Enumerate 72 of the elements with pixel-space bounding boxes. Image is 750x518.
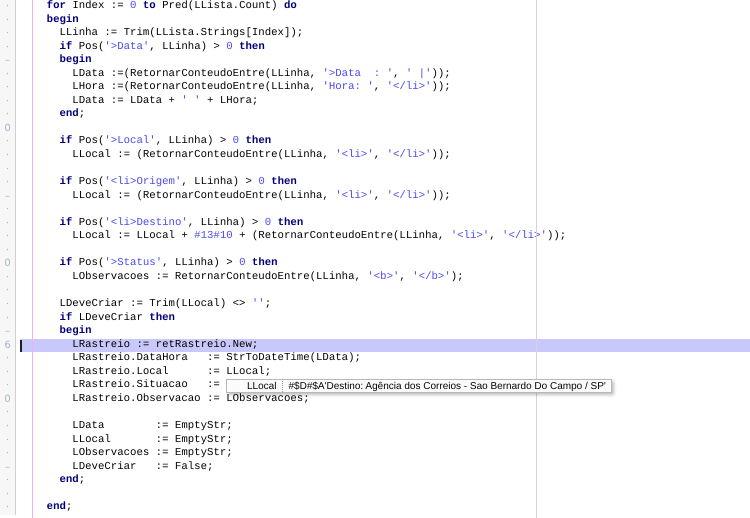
code-line: LRastreio.Situacao := [71,379,220,393]
gutter-mark: · [0,94,16,108]
gutter-mark: · [0,244,16,258]
gutter-mark: · [0,284,16,298]
code-line: LObservacoes := RetornarConteudoEntre(LLinha, '<b>', '</b>'); [71,270,464,284]
gutter-mark: – [0,54,16,68]
variable-name: LLocal [227,380,284,392]
code-line: LDeveCriar := Trim(LLocal) <> ''; [58,298,272,312]
code-line: LRastreio.Local := LLocal; [71,366,272,379]
code-line: if LDeveCriar then [58,312,175,325]
code-line: end; [46,501,72,515]
gutter-mark: – [0,460,16,474]
code-line: if Pos('>Status', LLinha) > 0 then [58,257,278,271]
code-line: LData := LData + ' ' + LHora; [71,94,258,108]
code-line: begin [58,325,92,339]
gutter-mark: · [0,474,16,488]
gutter-mark: · [0,149,16,163]
gutter-mark: – [0,190,16,204]
gutter-mark: · [0,447,16,461]
text-cursor [20,340,22,352]
code-line: LRastreio.DataHora := StrToDateTime(LData); [71,352,361,366]
code-line: LDeveCriar := False; [71,460,214,474]
gutter-mark: · [0,40,16,54]
code-line: begin [58,54,92,68]
gutter-mark: – [0,325,16,339]
gutter-mark: 6 [0,338,16,352]
code-line: begin [46,14,79,27]
gutter-mark: · [0,27,16,41]
gutter-mark: · [0,0,16,14]
gutter-mark: · [0,366,16,380]
code-line: LLocal := EmptyStr; [71,434,233,447]
code-line: LRastreio.Observacao := LObservacoes; [71,392,310,406]
code-line: LRastreio := retRastreio.New; [71,338,258,352]
code-line: LHora :=(RetornarConteudoEntre(LLinha, 'Hora: ', '</li>')); [71,81,451,95]
gutter-mark: 0 [0,122,16,136]
gutter-mark: · [0,135,16,150]
code-line: LLinha := Trim(LLista.Strings[Index]); [58,27,304,41]
code-line: if Pos('>Local', LLinha) > 0 then [58,135,272,149]
code-line: LLocal := (RetornarConteudoEntre(LLinha, '<li>', '</li>')); [71,190,451,204]
gutter-mark: 0 [0,392,16,406]
gutter-mark: · [0,406,16,420]
gutter-mark: · [0,68,16,82]
gutter-mark: · [0,352,16,366]
gutter-mark: · [0,379,16,393]
code-line: LData :=(RetornarConteudoEntre(LLinha, '>Data : ', ' |')); [71,68,451,81]
variable-value: #$D#$A'Destino: Agência dos Correios - Sao Bernardo Do Campo / SP' [287,380,607,392]
code-line: end; [58,474,86,488]
gutter-mark: · [0,312,16,326]
code-line: if Pos('>Data', LLinha) > 0 then [58,40,265,54]
gutter-mark: · [0,162,16,176]
code-line: LObservacoes := EmptyStr; [71,447,233,461]
code-line: if Pos('<li>Origem', LLinha) > 0 then [58,176,297,190]
code-line: end; [58,108,86,122]
code-line: LLocal := LLocal + #13#10 + (RetornarConteudoEntre(LLinha, '<li>', '</li>')); [71,230,566,244]
code-line: LLocal := (RetornarConteudoEntre(LLinha, '<li>', '</li>')); [71,149,451,163]
gutter-mark: · [0,81,16,95]
gutter-mark: · [0,298,16,312]
code-line: for Index := 0 to Pred(LLista.Count) do [46,0,297,14]
gutter-mark: · [0,270,16,284]
code-line: LData := EmptyStr; [71,420,233,434]
gutter-mark: · [0,176,16,190]
gutter-mark: 0 [0,257,16,271]
gutter-mark: · [0,108,16,122]
gutter-mark: · [0,434,16,448]
code-line: if Pos('<li>Destino', LLinha) > 0 then [58,216,304,230]
gutter-mark: · [0,488,16,502]
gutter-mark: · [0,230,16,244]
gutter-mark: · [0,203,16,217]
gutter-mark: · [0,501,16,515]
gutter-mark: · [0,14,16,28]
gutter-mark: · [0,420,16,434]
gutter-mark: · [0,216,16,230]
